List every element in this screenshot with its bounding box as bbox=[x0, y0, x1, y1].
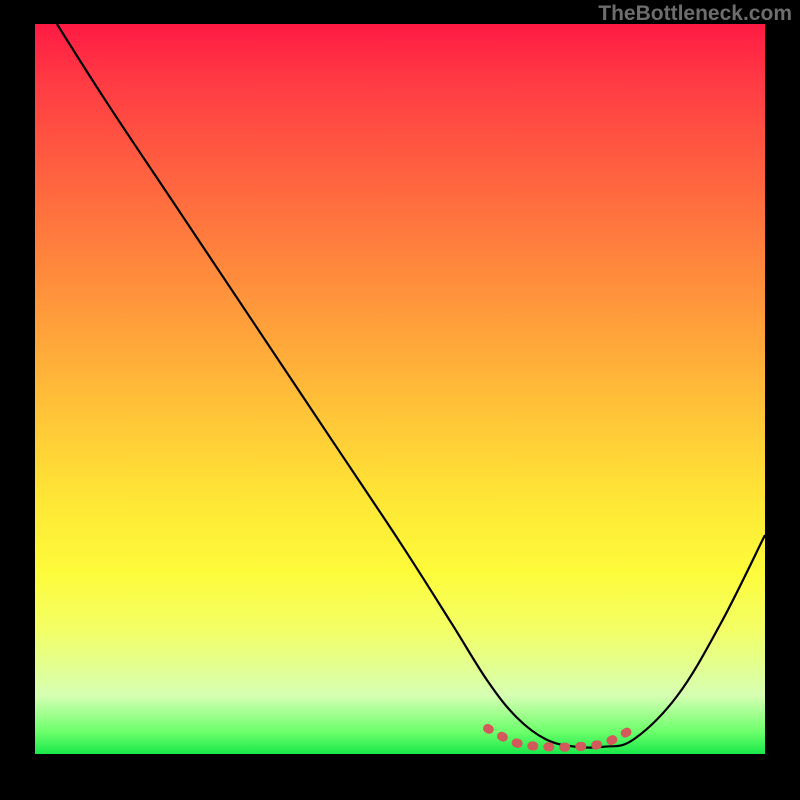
plot-area bbox=[35, 24, 765, 754]
curve-svg bbox=[35, 24, 765, 754]
bottleneck-curve-path bbox=[57, 24, 765, 748]
watermark-text: TheBottleneck.com bbox=[598, 2, 792, 26]
optimal-range-marker-path bbox=[488, 728, 634, 747]
chart-container: TheBottleneck.com bbox=[0, 0, 800, 800]
